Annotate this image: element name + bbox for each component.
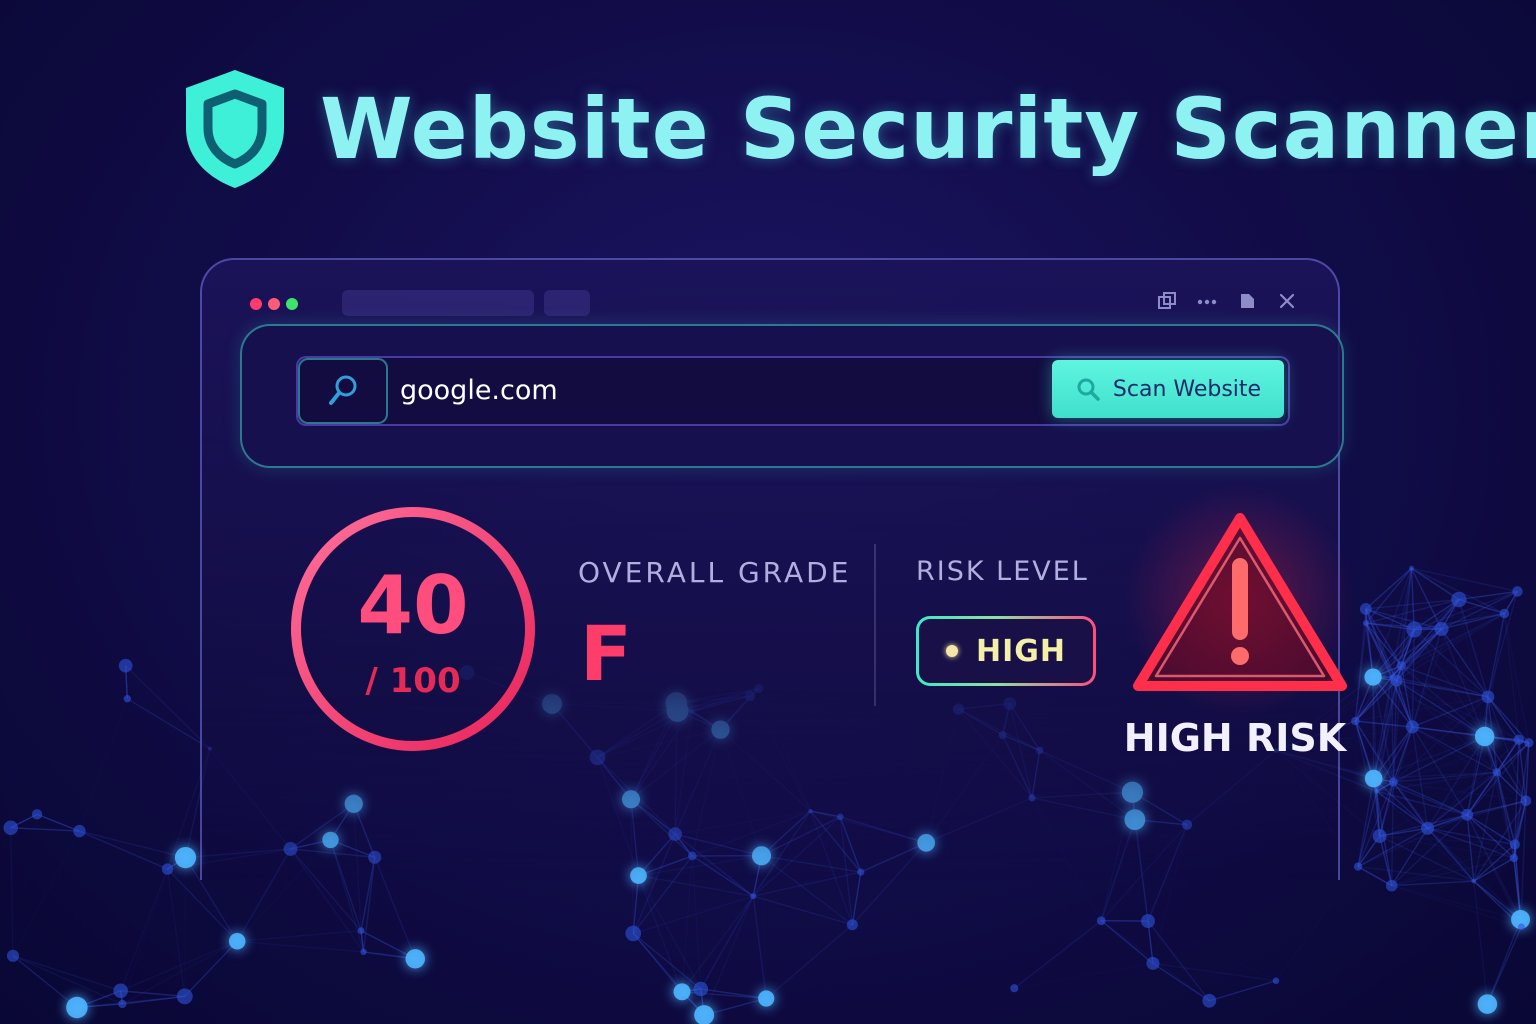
- network-node: [118, 999, 127, 1009]
- network-node: [1421, 821, 1435, 835]
- network-node: [6, 949, 20, 962]
- network-node: [1517, 923, 1525, 931]
- risk-badge-text: HIGH: [975, 633, 1066, 669]
- network-node: [66, 996, 88, 1019]
- network-node: [1492, 768, 1502, 777]
- scan-button-label: Scan Website: [1112, 376, 1262, 402]
- network-node: [1520, 795, 1532, 807]
- network-node: [73, 824, 86, 838]
- minimize-dot[interactable]: [268, 298, 280, 310]
- network-node: [1524, 738, 1534, 748]
- restore-icon[interactable]: [1156, 290, 1178, 312]
- network-node: [161, 863, 174, 875]
- risk-level-label: RISK LEVEL: [916, 556, 1089, 587]
- network-node: [693, 981, 709, 997]
- warning-icon: [1133, 513, 1347, 691]
- score-max: / 100: [365, 661, 461, 701]
- network-node: [1509, 853, 1519, 863]
- magnifier-icon: [1077, 378, 1100, 401]
- app-header: Website Security Scanner: [180, 62, 1536, 192]
- network-node: [625, 925, 642, 942]
- network-node: [1146, 956, 1160, 970]
- network-node: [673, 983, 691, 1001]
- network-node: [1509, 839, 1521, 850]
- high-risk-text: HIGH RISK: [1123, 716, 1347, 760]
- overall-grade-label: OVERALL GRADE: [578, 556, 852, 589]
- network-node: [1364, 769, 1383, 788]
- close-dot[interactable]: [250, 298, 262, 310]
- search-bar: Scan Website: [296, 356, 1290, 426]
- divider: [874, 544, 876, 706]
- network-node: [758, 990, 775, 1007]
- network-node: [31, 809, 43, 820]
- network-node: [1406, 621, 1423, 638]
- network-node: [228, 932, 246, 950]
- network-node: [1477, 994, 1498, 1014]
- network-node: [1272, 977, 1280, 985]
- risk-level-badge: HIGH: [916, 616, 1096, 686]
- network-node: [1512, 586, 1523, 597]
- network-node: [113, 983, 128, 999]
- window-controls: [1156, 290, 1298, 312]
- url-input[interactable]: [398, 364, 1042, 416]
- network-node: [3, 820, 19, 836]
- search-panel: Scan Website: [240, 324, 1344, 468]
- page-icon[interactable]: [1236, 290, 1258, 312]
- network-node: [1471, 878, 1477, 884]
- network-node: [1374, 789, 1379, 794]
- more-icon[interactable]: [1196, 290, 1218, 312]
- network-node: [174, 846, 197, 869]
- network-node: [1388, 777, 1398, 787]
- network-node: [1499, 608, 1510, 619]
- network-node: [1202, 993, 1217, 1008]
- network-node: [1385, 879, 1398, 892]
- maximize-dot[interactable]: [286, 298, 298, 310]
- search-icon-button[interactable]: [298, 358, 388, 424]
- network-node: [1096, 916, 1106, 926]
- browser-tab[interactable]: [342, 290, 534, 316]
- network-node: [123, 695, 131, 703]
- network-node: [1389, 674, 1394, 680]
- scan-website-button[interactable]: Scan Website: [1052, 360, 1284, 418]
- window-traffic-lights: [250, 298, 298, 310]
- app-title: Website Security Scanner: [320, 80, 1536, 178]
- score-value: 40: [357, 559, 469, 652]
- network-node: [846, 919, 858, 931]
- network-node: [1461, 808, 1474, 821]
- network-node: [1513, 734, 1524, 745]
- network-node: [750, 893, 757, 900]
- network-node: [1396, 661, 1406, 671]
- close-icon[interactable]: [1276, 290, 1298, 312]
- network-node: [1353, 862, 1363, 871]
- network-node: [1474, 726, 1495, 747]
- network-node: [360, 948, 367, 956]
- shield-icon: [186, 70, 284, 188]
- network-node: [1372, 829, 1387, 844]
- network-node: [1140, 914, 1155, 929]
- network-node: [357, 927, 365, 935]
- network-node: [1010, 984, 1019, 993]
- network-node: [176, 988, 193, 1005]
- network-node: [1451, 591, 1467, 608]
- network-node: [405, 949, 425, 969]
- search-icon: [329, 375, 357, 405]
- network-node: [1409, 565, 1414, 571]
- network-node: [1405, 720, 1419, 734]
- network-node: [1481, 690, 1495, 704]
- overall-grade-value: F: [580, 609, 632, 698]
- network-node: [1434, 621, 1449, 636]
- risk-dot: [945, 645, 958, 657]
- network-node: [118, 658, 133, 673]
- new-tab-button[interactable]: [544, 290, 590, 316]
